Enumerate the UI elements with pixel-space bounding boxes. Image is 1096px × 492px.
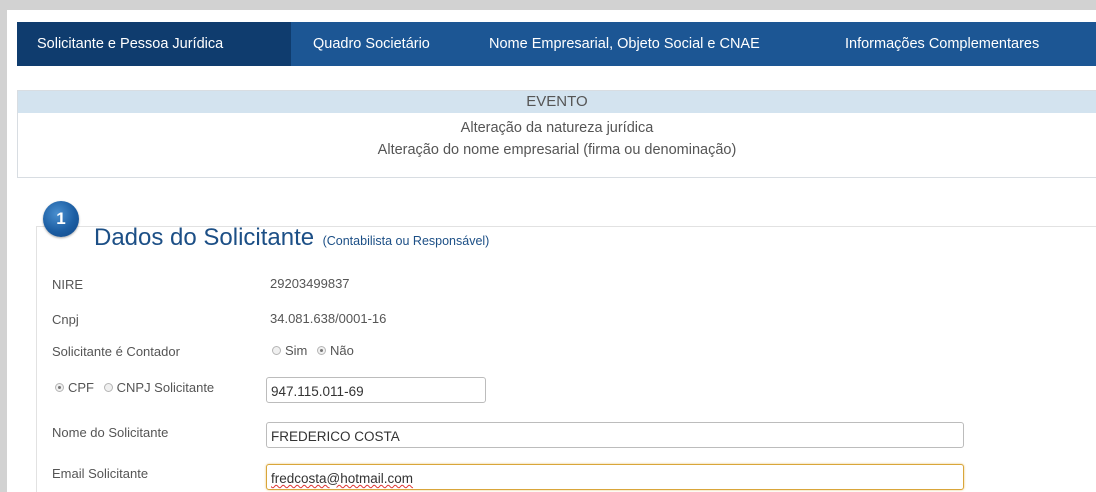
solicitante-section-panel — [36, 226, 1096, 492]
radio-sim-label: Sim — [285, 343, 308, 358]
tab-informacoes-complementares[interactable]: Informações Complementares — [845, 22, 1039, 66]
doc-option-cpf[interactable]: CPF — [55, 380, 94, 395]
doc-option-cnpj[interactable]: CNPJ Solicitante — [103, 380, 215, 395]
nome-input[interactable]: FREDERICO COSTA — [266, 422, 964, 448]
radio-nao-label: Não — [330, 343, 354, 358]
email-input[interactable]: fredcosta@hotmail.com — [266, 464, 964, 490]
main-tabbar: Solicitante e Pessoa Jurídica Quadro Soc… — [17, 22, 1096, 66]
step-number-badge: 1 — [43, 201, 79, 237]
evento-item: Alteração da natureza jurídica — [460, 120, 654, 136]
doc-type-radio-group: CPF CNPJ Solicitante — [55, 380, 220, 395]
contador-radio-group: Sim Não — [272, 343, 360, 358]
tab-solicitante-pessoa-juridica[interactable]: Solicitante e Pessoa Jurídica — [17, 22, 291, 66]
radio-cpf-label: CPF — [68, 380, 94, 395]
cnpj-label: Cnpj — [52, 312, 79, 327]
contador-option-sim[interactable]: Sim — [272, 343, 307, 358]
radio-cnpj-label: CNPJ Solicitante — [116, 380, 215, 395]
frame-gap — [7, 10, 17, 492]
nome-label: Nome do Solicitante — [52, 425, 169, 440]
radio-nao[interactable] — [317, 346, 327, 356]
window-frame-left — [0, 0, 7, 492]
radio-cnpj[interactable] — [103, 383, 113, 393]
section-subtitle: (Contabilista ou Responsável) — [322, 234, 490, 248]
email-input-text: fredcosta@hotmail.com — [271, 471, 414, 486]
tab-nome-empresarial[interactable]: Nome Empresarial, Objeto Social e CNAE — [489, 22, 760, 66]
section-title-text: Dados do Solicitante — [94, 224, 315, 251]
tab-quadro-societario[interactable]: Quadro Societário — [313, 22, 430, 66]
radio-cpf[interactable] — [55, 383, 64, 393]
window-frame-top — [0, 0, 1096, 10]
evento-panel: EVENTO Alteração da natureza jurídica Al… — [17, 90, 1096, 178]
nire-value: 29203499837 — [270, 276, 350, 291]
cnpj-value: 34.081.638/0001-16 — [270, 311, 387, 326]
evento-item: Alteração do nome empresarial (firma ou … — [377, 142, 737, 158]
radio-sim[interactable] — [272, 346, 281, 356]
nire-label: NIRE — [52, 277, 84, 292]
contador-label: Solicitante é Contador — [52, 344, 180, 359]
email-label: Email Solicitante — [52, 466, 149, 481]
contador-option-nao[interactable]: Não — [317, 343, 354, 358]
cpf-input[interactable]: 947.115.011-69 — [266, 377, 486, 403]
evento-header: EVENTO — [18, 91, 1096, 113]
section-title: Dados do Solicitante (Contabilista ou Re… — [94, 224, 489, 252]
